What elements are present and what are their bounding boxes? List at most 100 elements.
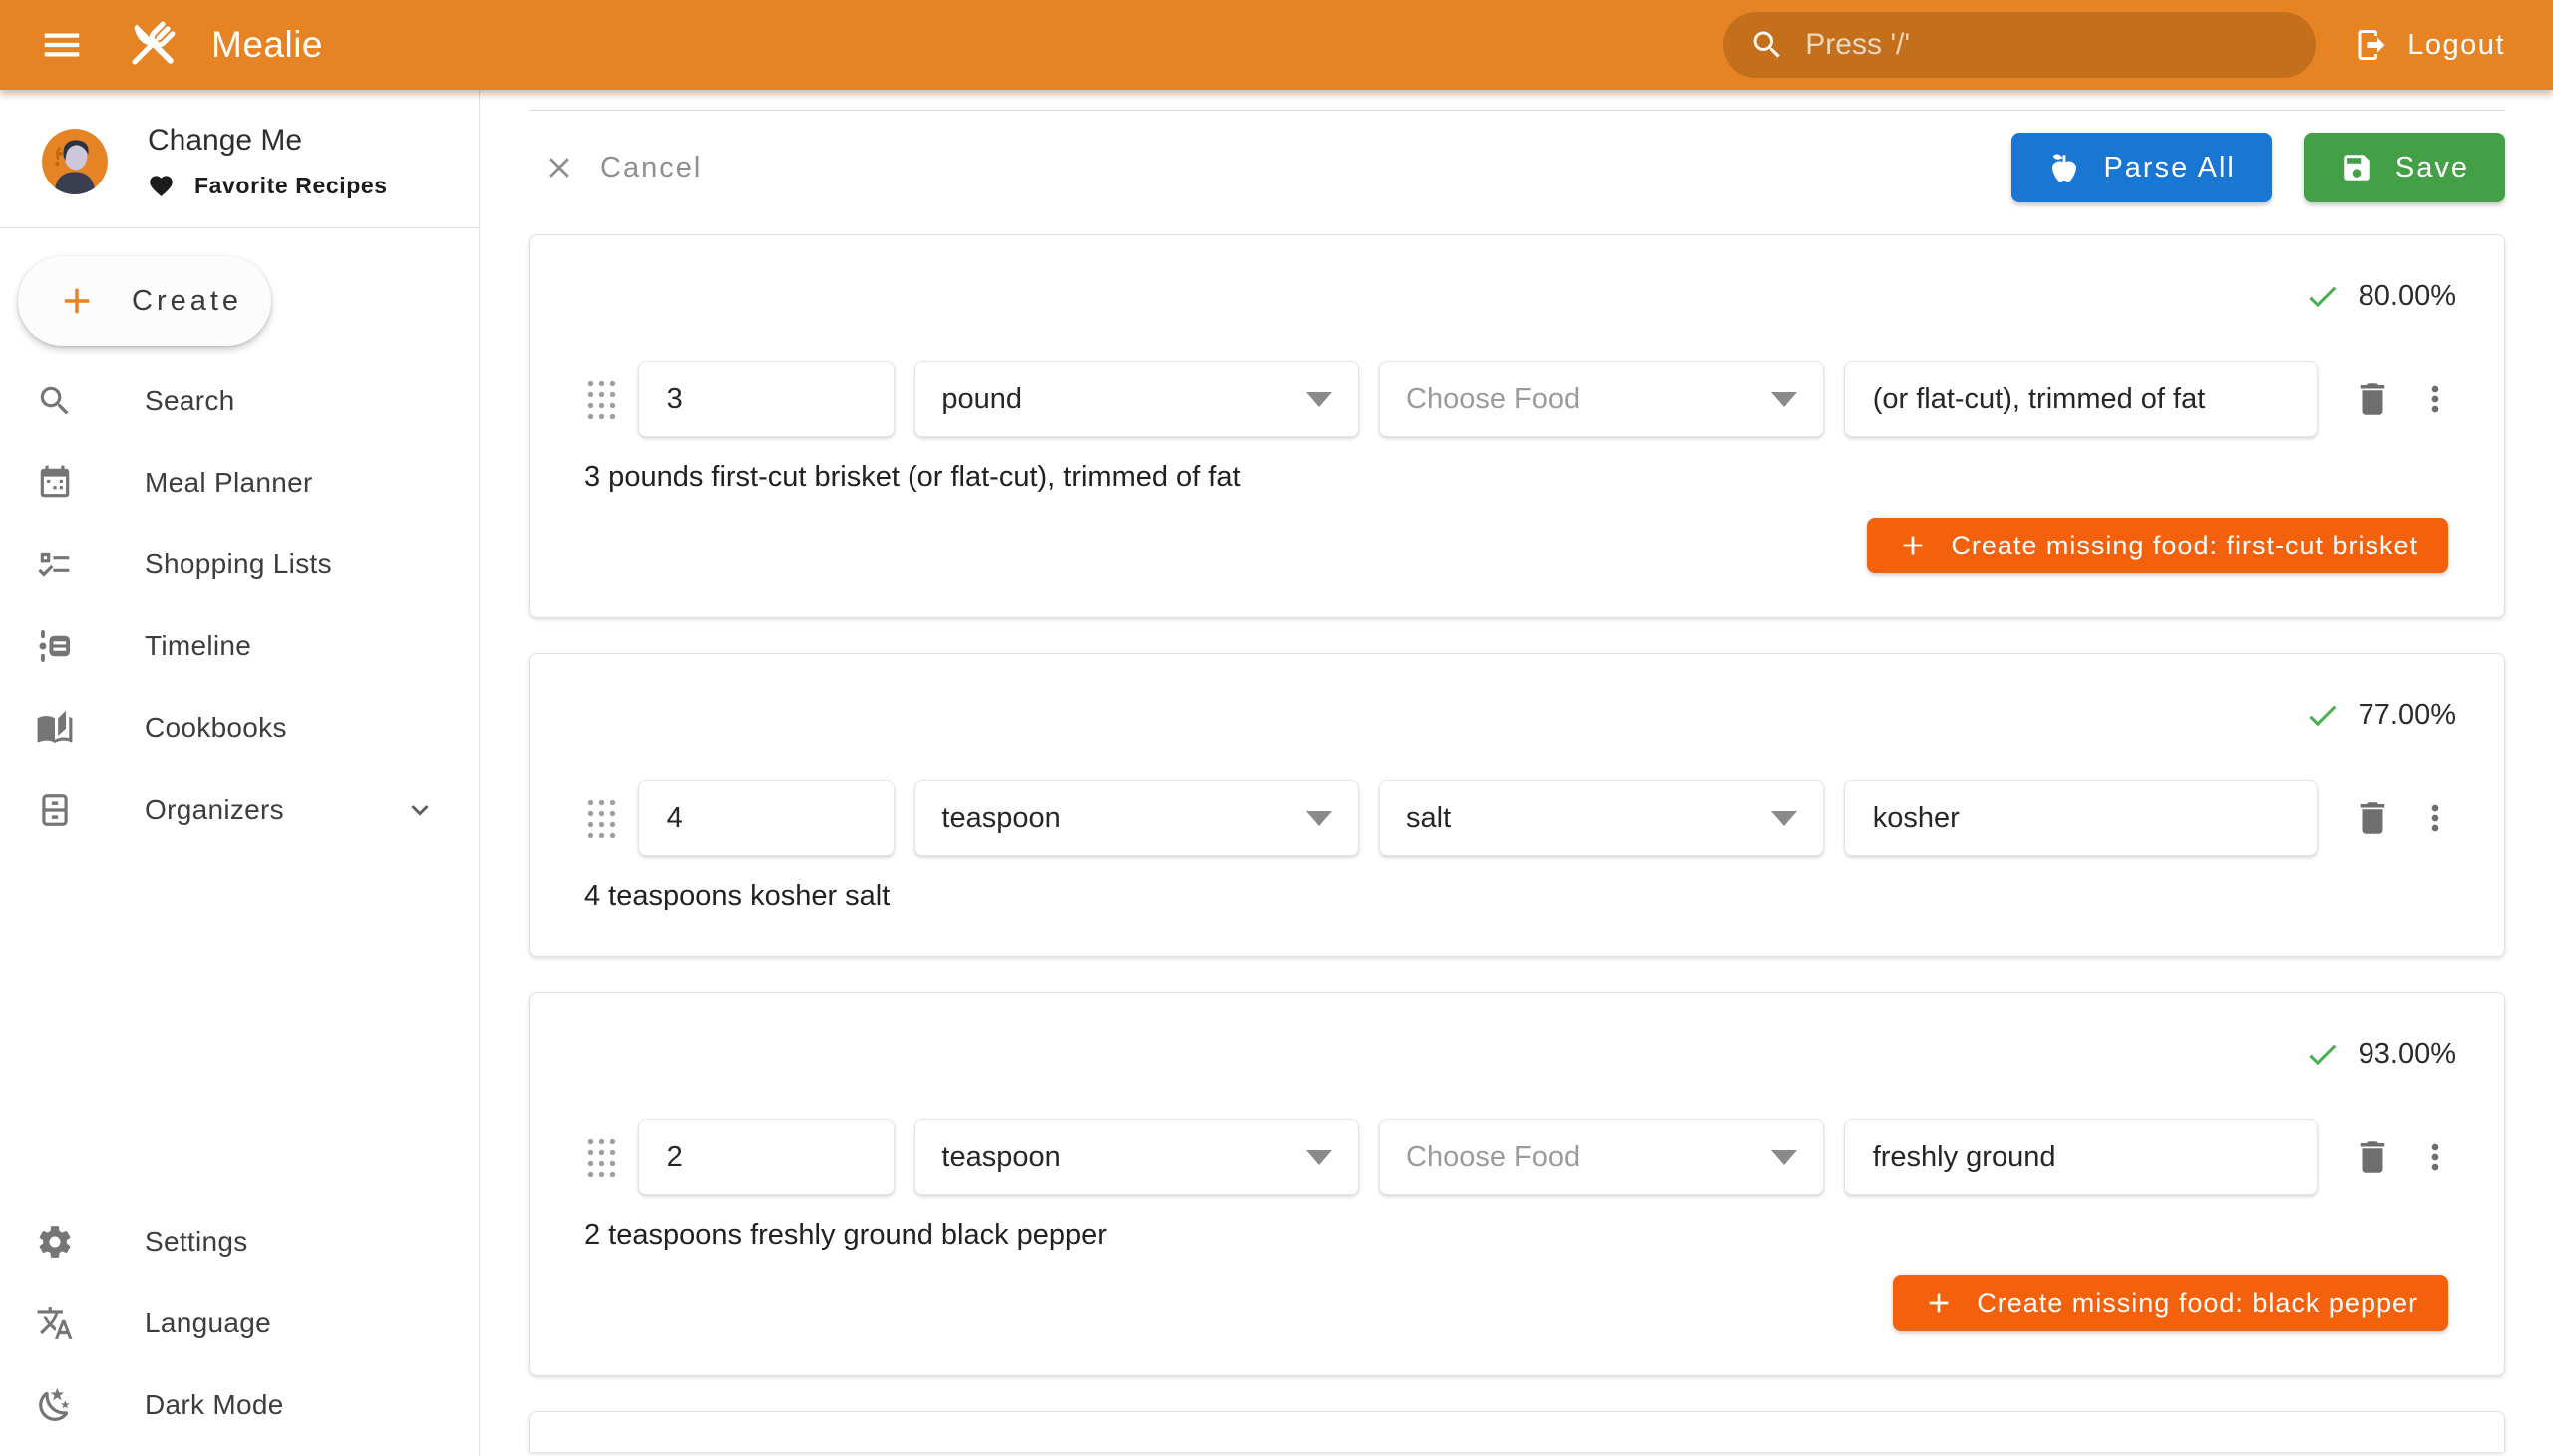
logout-label: Logout	[2407, 29, 2505, 62]
book-open-icon	[35, 709, 75, 747]
food-select-value: Choose Food	[1406, 1141, 1580, 1174]
sidebar-nav: Search Meal Planner Shopping Lists Timel…	[0, 360, 479, 851]
global-search[interactable]	[1723, 12, 2316, 78]
drag-handle-icon[interactable]	[584, 377, 616, 421]
app-window: Mealie Logout	[0, 0, 2553, 1456]
sidebar-item-label: Organizers	[145, 794, 284, 826]
close-icon	[543, 151, 576, 184]
ingredient-card: 80.00% pound Choose Food	[529, 234, 2505, 618]
timeline-icon	[35, 627, 75, 665]
menu-down-icon	[1306, 811, 1332, 826]
parse-all-button[interactable]: Parse All	[2011, 133, 2271, 202]
sidebar-item-cookbooks[interactable]: Cookbooks	[0, 687, 479, 769]
sidebar-item-label: Settings	[145, 1226, 248, 1258]
parser-toolbar: Cancel Parse All Save	[529, 133, 2505, 202]
sidebar-item-timeline[interactable]: Timeline	[0, 605, 479, 687]
ingredient-card: 77.00% teaspoon salt	[529, 653, 2505, 957]
create-missing-food-label: Create missing food: first-cut brisket	[1951, 531, 2418, 561]
note-field[interactable]	[1844, 361, 2318, 437]
check-icon	[2304, 278, 2341, 315]
drag-handle-icon[interactable]	[584, 796, 616, 840]
quantity-input[interactable]	[665, 801, 869, 836]
more-options-button[interactable]	[2407, 1128, 2465, 1186]
save-label: Save	[2395, 152, 2469, 184]
calendar-icon	[35, 464, 75, 502]
list-checks-icon	[35, 546, 75, 583]
cabinet-icon	[35, 791, 75, 829]
note-field[interactable]	[1844, 1119, 2318, 1195]
unit-select[interactable]: teaspoon	[914, 1119, 1359, 1195]
heart-icon	[148, 173, 175, 199]
quantity-field[interactable]	[638, 361, 896, 437]
quantity-field[interactable]	[638, 1119, 896, 1195]
more-options-button[interactable]	[2407, 789, 2465, 847]
delete-button[interactable]	[2344, 370, 2401, 428]
menu-down-icon	[1306, 1150, 1332, 1165]
logout-button[interactable]: Logout	[2346, 17, 2513, 73]
profile-texts: Change Me Favorite Recipes	[148, 124, 388, 199]
sidebar-item-label: Meal Planner	[145, 467, 313, 499]
apple-icon	[2047, 151, 2081, 184]
sidebar-item-label: Timeline	[145, 630, 251, 662]
confidence-row: 80.00%	[530, 277, 2456, 315]
plus-icon	[1897, 530, 1929, 561]
chevron-down-icon[interactable]	[403, 793, 437, 827]
moon-stars-icon	[35, 1386, 75, 1424]
sidebar-item-shopping-lists[interactable]: Shopping Lists	[0, 524, 479, 605]
search-input[interactable]	[1803, 27, 2308, 63]
create-missing-food-button[interactable]: Create missing food: first-cut brisket	[1867, 518, 2448, 573]
create-button[interactable]: Create	[18, 256, 271, 346]
drag-handle-icon[interactable]	[584, 1135, 616, 1179]
note-input[interactable]	[1871, 1140, 2291, 1175]
sidebar-item-label: Shopping Lists	[145, 548, 332, 580]
more-options-button[interactable]	[2407, 370, 2465, 428]
menu-icon[interactable]	[34, 17, 90, 73]
app-title: Mealie	[211, 24, 323, 66]
menu-down-icon	[1771, 392, 1797, 407]
sidebar-item-meal-planner[interactable]: Meal Planner	[0, 442, 479, 524]
note-input[interactable]	[1871, 801, 2291, 836]
confidence-value: 77.00%	[2359, 699, 2456, 732]
unit-select[interactable]: pound	[914, 361, 1359, 437]
ingredient-cards: 80.00% pound Choose Food	[529, 234, 2505, 1452]
food-select[interactable]: Choose Food	[1379, 1119, 1824, 1195]
quantity-input[interactable]	[665, 382, 869, 417]
magnify-icon	[35, 382, 75, 420]
sidebar-item-label: Dark Mode	[145, 1389, 284, 1421]
quantity-field[interactable]	[638, 780, 896, 856]
save-icon	[2340, 151, 2373, 184]
save-button[interactable]: Save	[2304, 133, 2505, 202]
cancel-label: Cancel	[600, 152, 702, 184]
favorite-recipes-link[interactable]: Favorite Recipes	[148, 173, 388, 199]
create-missing-food-row: Create missing food: first-cut brisket	[530, 518, 2448, 573]
sidebar-item-dark-mode[interactable]: Dark Mode	[0, 1364, 478, 1446]
sidebar-item-label: Search	[145, 385, 235, 417]
original-ingredient-text: 3 pounds first-cut brisket (or flat-cut)…	[584, 461, 2464, 494]
sidebar-item-label: Cookbooks	[145, 712, 287, 744]
unit-select[interactable]: teaspoon	[914, 780, 1359, 856]
original-ingredient-text: 4 teaspoons kosher salt	[584, 880, 2464, 912]
confidence-value: 93.00%	[2359, 1038, 2456, 1071]
note-input[interactable]	[1871, 382, 2291, 417]
sidebar-item-organizers[interactable]: Organizers	[0, 769, 479, 851]
create-missing-food-row: Create missing food: black pepper	[530, 1275, 2448, 1331]
food-select[interactable]: Choose Food	[1379, 361, 1824, 437]
create-missing-food-button[interactable]: Create missing food: black pepper	[1893, 1275, 2448, 1331]
sidebar-divider	[0, 227, 479, 228]
logout-icon	[2354, 27, 2389, 63]
note-field[interactable]	[1844, 780, 2318, 856]
food-select-value: Choose Food	[1406, 383, 1580, 416]
delete-button[interactable]	[2344, 1128, 2401, 1186]
sidebar-item-settings[interactable]: Settings	[0, 1201, 478, 1282]
sidebar-item-language[interactable]: Language	[0, 1282, 478, 1364]
cancel-button[interactable]: Cancel	[529, 151, 716, 184]
user-profile[interactable]: Change Me Favorite Recipes	[0, 90, 479, 227]
food-select[interactable]: salt	[1379, 780, 1824, 856]
unit-select-value: teaspoon	[941, 802, 1060, 835]
quantity-input[interactable]	[665, 1140, 869, 1175]
ingredient-fields-row: teaspoon salt	[584, 780, 2464, 856]
delete-button[interactable]	[2344, 789, 2401, 847]
sidebar-item-search[interactable]: Search	[0, 360, 479, 442]
sidebar-footer: Settings Language Dark Mode	[0, 1201, 478, 1446]
menu-down-icon	[1306, 392, 1332, 407]
